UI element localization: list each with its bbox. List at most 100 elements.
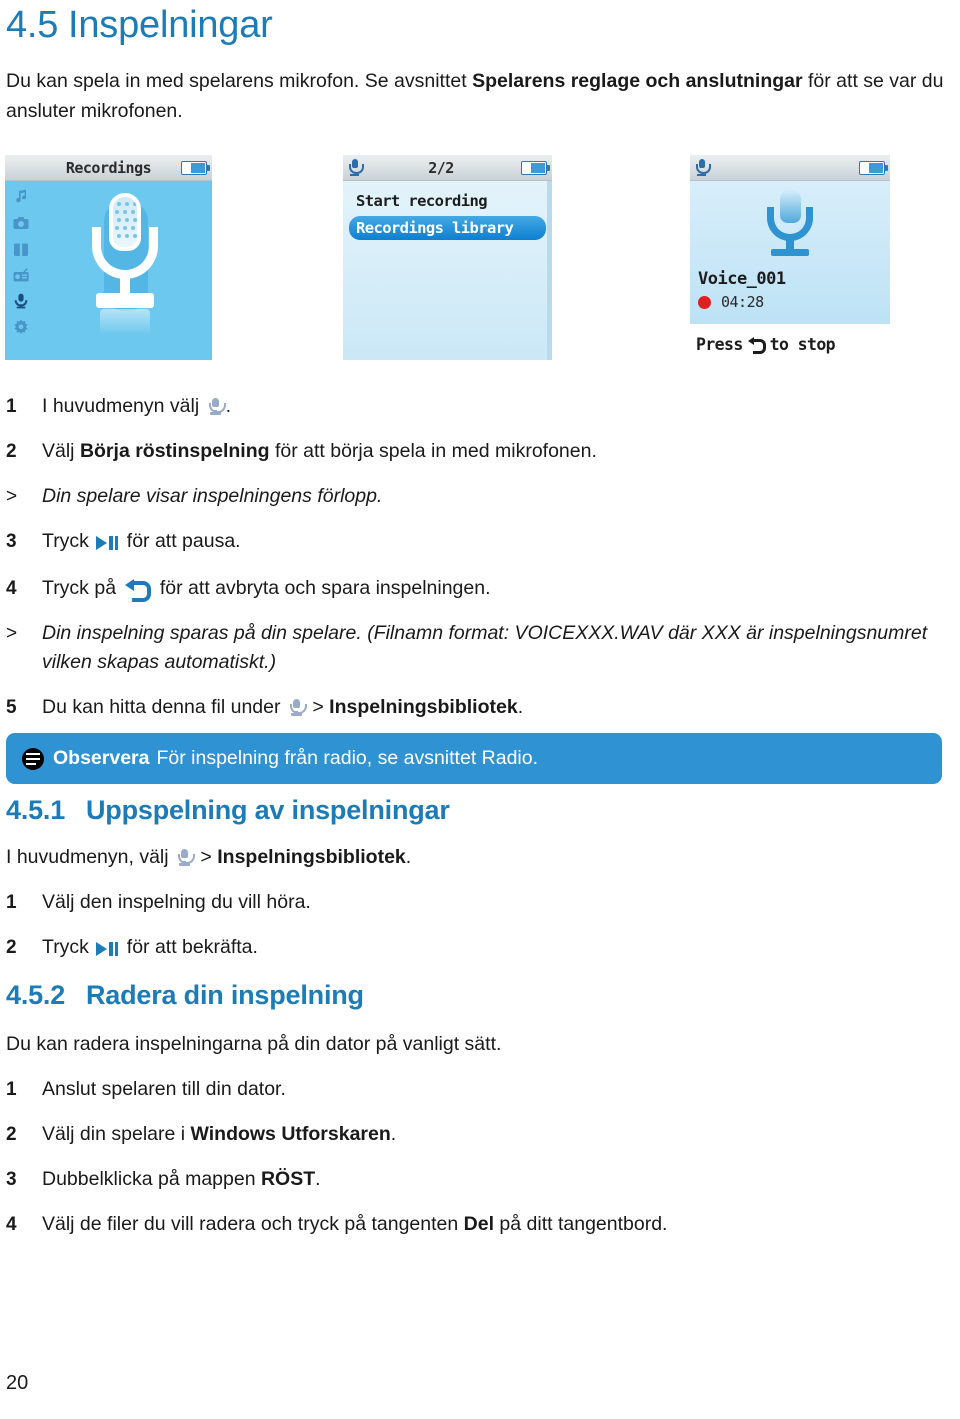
- step-text-run: .: [517, 696, 524, 718]
- large-microphone-icon: [37, 181, 212, 360]
- step-text-run: Anslut spelaren till din dator.: [42, 1078, 286, 1100]
- recordings-menu-screen: 2/2 Start recording Recordings library: [343, 155, 552, 360]
- footer-text-after: to stop: [769, 334, 836, 354]
- page-title-text: Inspelningar: [68, 4, 273, 46]
- screen-body: Voice_001 04:28: [690, 181, 890, 324]
- back-arrow-icon: [125, 578, 152, 602]
- intro-text-before: Du kan spela in med spelarens mikrofon. …: [6, 70, 473, 92]
- lead-text-before: I huvudmenyn, välj: [6, 846, 175, 868]
- step-text: Välj den inspelning du vill höra.: [42, 888, 954, 917]
- step-marker: 1: [6, 1079, 17, 1100]
- step-text: Välj din spelare i Windows Utforskaren.: [42, 1120, 954, 1149]
- step-text-run: för att börja spela in med mikrofonen.: [269, 440, 597, 462]
- step-text: Du kan hitta denna fil under > Inspelnin…: [42, 693, 954, 722]
- step-text: Tryck för att bekräfta.: [42, 933, 954, 964]
- step-text-run: I huvudmenyn välj: [42, 395, 205, 417]
- microphone-icon: [762, 189, 818, 261]
- step-text: Din inspelning sparas på din spelare. (F…: [42, 619, 954, 677]
- microphone-icon: [208, 397, 226, 415]
- recordings-home-screen: Recordings: [5, 155, 212, 360]
- play-pause-icon: [96, 935, 119, 964]
- battery-icon: [181, 160, 210, 175]
- step-item: 2 Välj din spelare i Windows Utforskaren.: [6, 1120, 954, 1149]
- step-bold-term: Del: [463, 1213, 495, 1235]
- step-text: Tryck för att pausa.: [42, 527, 954, 558]
- step-text-run: .: [315, 1168, 321, 1190]
- step-text-run: Välj: [42, 440, 80, 462]
- footer-text-before: Press: [696, 334, 743, 354]
- recording-file-name: Voice_001: [698, 269, 786, 289]
- step-text-run: Din spelare visar inspelningens förlopp.: [42, 485, 383, 507]
- step-text-run: Din inspelning sparas på din spelare. (F…: [42, 622, 928, 673]
- page-title-number: 4.5: [6, 4, 59, 46]
- step-bold-term: RÖST: [260, 1168, 316, 1190]
- step-marker: 1: [6, 396, 17, 417]
- main-steps-list: 1 I huvudmenyn välj . 2 Välj Börja röstinsp…: [6, 392, 954, 738]
- step-text-run: Dubbelklicka på mappen: [42, 1168, 261, 1190]
- step-item: 1 I huvudmenyn välj .: [6, 392, 954, 421]
- step-item: 1 Anslut spelaren till din dator.: [6, 1075, 954, 1104]
- section-451-text: Uppspelning av inspelningar: [86, 795, 450, 825]
- step-text: Välj Börja röstinspelning för att börja …: [42, 437, 954, 466]
- step-marker: 4: [6, 578, 17, 599]
- step-marker: 2: [6, 1124, 17, 1145]
- music-note-icon: [12, 188, 30, 206]
- step-item: 2 Tryck för att bekräfta.: [6, 933, 954, 964]
- step-text-run: Välj din spelare i: [42, 1123, 191, 1145]
- gift-icon: [12, 240, 30, 258]
- screen-footer-hint: Press to stop: [690, 324, 890, 364]
- step-note: > Din inspelning sparas på din spelare. (…: [6, 619, 954, 677]
- step-text: I huvudmenyn välj .: [42, 392, 954, 421]
- step-item: 3 Dubbelklicka på mappen RÖST.: [6, 1165, 954, 1194]
- step-text: Tryck på för att avbryta och spara inspe…: [42, 574, 954, 603]
- section-452-steps: 1 Anslut spelaren till din dator. 2 Välj di…: [6, 1075, 954, 1255]
- lead-text-after: .: [405, 846, 412, 868]
- section-451-lead: I huvudmenyn, välj > Inspelningsbibliote…: [6, 843, 954, 872]
- step-marker: 5: [6, 697, 17, 718]
- note-text: För inspelning från radio, se avsnittet …: [156, 747, 539, 769]
- microphone-icon: [289, 698, 307, 716]
- camera-icon: [12, 214, 30, 232]
- step-text-run: Tryck på: [42, 577, 122, 599]
- page-number: 20: [6, 1372, 29, 1394]
- back-arrow-icon: [747, 336, 766, 354]
- step-item: 2 Välj Börja röstinspelning för att börja…: [6, 437, 954, 466]
- battery-icon: [859, 160, 888, 175]
- step-item: 3 Tryck för att pausa.: [6, 527, 954, 558]
- step-marker: 2: [6, 441, 17, 462]
- section-451-number: 4.5.1: [6, 795, 66, 825]
- screen-body: Start recording Recordings library: [343, 181, 552, 360]
- note-content: Observera För inspelning från radio, se a…: [53, 747, 538, 770]
- menu-item-start-recording[interactable]: Start recording: [349, 189, 546, 213]
- note-label: Observera: [53, 747, 150, 769]
- step-marker: 3: [6, 1169, 17, 1190]
- step-marker: 1: [6, 892, 17, 913]
- section-452-lead: Du kan radera inspelningarna på din dato…: [6, 1033, 502, 1055]
- step-marker: >: [6, 486, 18, 507]
- note-icon: [22, 747, 44, 770]
- record-dot-icon: [698, 295, 711, 309]
- scrollbar[interactable]: [547, 181, 552, 360]
- step-text: Välj de filer du vill radera och tryck p…: [42, 1210, 954, 1239]
- play-pause-icon: [96, 529, 119, 558]
- microphone-icon: [695, 158, 711, 177]
- step-text: Din spelare visar inspelningens förlopp.: [42, 482, 954, 511]
- recording-in-progress-screen: Voice_001 04:28 Press to stop: [690, 155, 890, 367]
- menu-item-recordings-library[interactable]: Recordings library: [349, 216, 546, 240]
- manual-page: 4.5 Inspelningar Du kan spela in med spel…: [0, 0, 960, 1419]
- step-text-run: Du kan hitta denna fil under: [42, 696, 286, 718]
- screen-title: Recordings: [65, 158, 152, 177]
- step-text-run: >: [306, 696, 330, 718]
- lead-bold: Inspelningsbibliotek: [217, 846, 406, 868]
- step-text-run: Tryck: [42, 530, 95, 552]
- section-451-steps: 1 Välj den inspelning du vill höra. 2 Tryck…: [6, 888, 954, 980]
- step-marker: 4: [6, 1214, 17, 1235]
- step-note: > Din spelare visar inspelningens förlopp…: [6, 482, 954, 511]
- step-text-run: på ditt tangentbord.: [494, 1213, 668, 1235]
- microphone-icon: [12, 292, 30, 310]
- step-bold-term: Inspelningsbibliotek: [329, 696, 518, 718]
- step-text-run: för att bekräfta.: [121, 936, 258, 958]
- step-item: 4 Tryck på för att avbryta och spara insp…: [6, 574, 954, 603]
- recording-time-row: 04:28: [698, 293, 764, 311]
- step-text-run: Välj de filer du vill radera och tryck p…: [42, 1213, 464, 1235]
